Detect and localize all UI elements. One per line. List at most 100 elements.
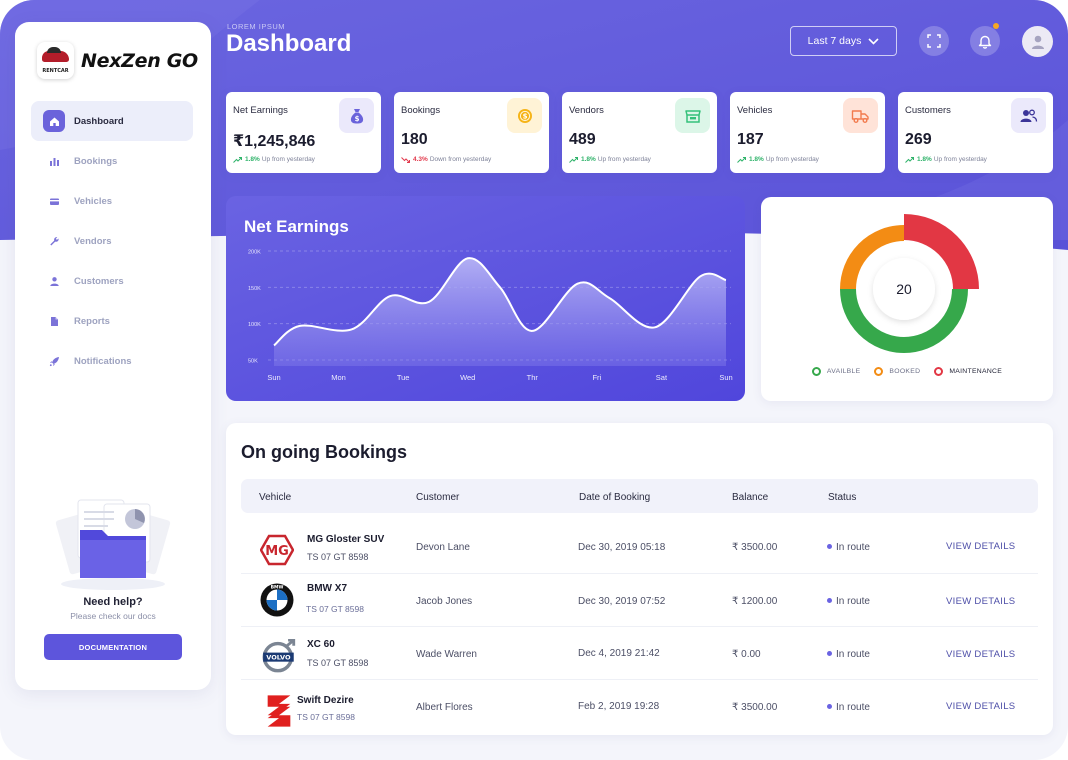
notifications-button[interactable] (970, 23, 1000, 56)
vehicle-status-card: 20 AVAILBLE BOOKED MAINTENANCE (761, 197, 1053, 401)
table-row[interactable]: VOLVO XC 60 TS 07 GT 8598 Wade Warren De… (241, 627, 1038, 680)
view-details-link[interactable]: VIEW DETAILS (946, 596, 1015, 607)
vehicle-plate: TS 07 GT 8598 (297, 712, 355, 722)
page-title: Dashboard (226, 30, 352, 57)
sidebar-item-vendors[interactable]: Vendors (31, 221, 193, 261)
bar-chart-icon (43, 150, 65, 172)
legend-item-maintenance: MAINTENANCE (934, 367, 1002, 376)
stat-card-net-earnings[interactable]: Net Earnings ₹1,245,846 1.8% Up from yes… (226, 92, 381, 173)
stat-label: Net Earnings (233, 105, 288, 116)
fullscreen-icon (927, 34, 941, 48)
stat-card-bookings[interactable]: Bookings 180 4.3% Down from yesterday $ (394, 92, 549, 173)
net-earnings-card: 200K 150K 100K 50K Sun Mon Tue Wed Thr Fri Sat Sun … (226, 196, 745, 401)
column-header-date: Date of Booking (579, 492, 651, 503)
date-range-label: Last 7 days (807, 35, 862, 47)
sidebar-item-label: Customers (74, 275, 124, 287)
trend-percent: 1.8% (917, 156, 932, 163)
sidebar-item-reports[interactable]: Reports (31, 301, 193, 341)
view-details-link[interactable]: VIEW DETAILS (946, 649, 1015, 660)
legend-item-availble: AVAILBLE (811, 367, 861, 376)
sidebar-item-notifications[interactable]: Notifications (31, 341, 193, 381)
brand-logo[interactable]: RENTCAR NexZen GO (37, 42, 198, 79)
donut-center-value: 20 (896, 281, 912, 297)
column-header-balance: Balance (732, 492, 769, 503)
svg-text:$: $ (522, 112, 527, 120)
sidebar-item-vehicles[interactable]: Vehicles (31, 181, 193, 221)
file-icon (43, 310, 65, 332)
coin-icon: $ (507, 98, 542, 133)
status-badge: In route (827, 596, 870, 607)
stat-value: 187 (737, 131, 764, 148)
sidebar-item-label: Vendors (74, 235, 112, 247)
stat-label: Vendors (569, 105, 604, 116)
home-icon (43, 110, 65, 132)
stat-card-customers[interactable]: Customers 269 1.8% Up from yesterday (898, 92, 1053, 173)
chevron-down-icon (868, 37, 879, 45)
earnings-area (274, 258, 726, 366)
balance: ₹ 0.00 (732, 649, 761, 660)
trend-up-icon (569, 156, 578, 163)
vehicle-name: XC 60 (307, 639, 335, 650)
stat-value: 489 (569, 131, 596, 148)
bell-icon (978, 35, 992, 49)
stat-card-vendors[interactable]: Vendors 489 1.8% Up from yesterday (562, 92, 717, 173)
table-row[interactable]: Swift Dezire TS 07 GT 8598 Albert Flores… (241, 680, 1038, 733)
user-avatar[interactable] (1022, 26, 1053, 57)
sidebar-item-dashboard[interactable]: Dashboard (31, 101, 193, 141)
column-header-status: Status (828, 492, 857, 503)
help-panel: Need help? Please check our docs DOCUMEN… (15, 492, 211, 660)
svg-text:VOLVO: VOLVO (266, 654, 291, 662)
x-tick-label: Tue (397, 373, 410, 382)
fullscreen-button[interactable] (919, 26, 949, 56)
table-row[interactable]: MG MG Gloster SUV TS 07 GT 8598 Devon La… (241, 521, 1038, 574)
svg-text:BMW: BMW (271, 584, 284, 590)
status-badge: In route (827, 649, 870, 660)
suzuki-logo-icon (267, 695, 291, 727)
donut-legend: AVAILBLE BOOKED MAINTENANCE (761, 367, 1053, 376)
sidebar: RENTCAR NexZen GO Dashboard Bookings Veh… (15, 22, 211, 690)
stat-value: 269 (905, 131, 932, 148)
y-tick-label: 150K (248, 286, 261, 292)
stat-value: ₹1,245,846 (233, 133, 316, 150)
y-tick-label: 100K (248, 322, 261, 328)
column-header-vehicle: Vehicle (259, 492, 292, 503)
legend-label: BOOKED (889, 368, 921, 375)
legend-item-booked: BOOKED (874, 367, 920, 376)
rocket-icon (43, 350, 65, 372)
vehicle-plate: TS 07 GT 8598 (307, 552, 369, 562)
vehicle-name: MG Gloster SUV (307, 534, 385, 545)
sidebar-item-customers[interactable]: Customers (31, 261, 193, 301)
trend-note: Up from yesterday (933, 156, 987, 163)
legend-marker (811, 367, 821, 376)
balance: ₹ 1200.00 (732, 596, 778, 607)
date-range-dropdown[interactable]: Last 7 days (790, 26, 897, 56)
app-window: LOREM IPSUM Dashboard Last 7 days RENTCA… (0, 0, 1068, 760)
x-tick-label: Sun (267, 373, 280, 382)
sidebar-item-label: Notifications (74, 355, 132, 367)
trend-percent: 1.8% (581, 156, 596, 163)
documentation-button[interactable]: DOCUMENTATION (44, 634, 182, 660)
customer-name: Jacob Jones (416, 596, 473, 607)
view-details-link[interactable]: VIEW DETAILS (946, 541, 1015, 552)
stat-card-vehicles[interactable]: Vehicles 187 1.8% Up from yesterday (730, 92, 885, 173)
y-tick-label: 200K (248, 250, 261, 256)
sidebar-item-bookings[interactable]: Bookings (31, 141, 193, 181)
mg-logo-icon: MG (260, 534, 294, 566)
stat-trend: 1.8% Up from yesterday (905, 156, 987, 163)
legend-label: MAINTENANCE (949, 368, 1003, 375)
status-badge: In route (827, 542, 870, 553)
status-badge: In route (827, 702, 870, 713)
trend-up-icon (737, 156, 746, 163)
view-details-link[interactable]: VIEW DETAILS (946, 701, 1015, 712)
vehicle-plate: TS 07 GT 8598 (307, 658, 369, 668)
vehicle-name: BMW X7 (307, 583, 347, 594)
stat-trend: 1.8% Up from yesterday (233, 156, 315, 163)
stat-trend: 4.3% Down from yesterday (401, 156, 491, 163)
table-row[interactable]: BMW BMW X7 TS 07 GT 8598 Jacob Jones Dec… (241, 574, 1038, 627)
bookings-title: On going Bookings (241, 442, 407, 462)
trend-percent: 1.8% (749, 156, 764, 163)
sidebar-item-label: Bookings (74, 155, 118, 167)
stat-label: Vehicles (737, 105, 773, 116)
booking-date: Feb 2, 2019 19:28 (578, 701, 660, 712)
sidebar-item-label: Reports (74, 315, 110, 327)
